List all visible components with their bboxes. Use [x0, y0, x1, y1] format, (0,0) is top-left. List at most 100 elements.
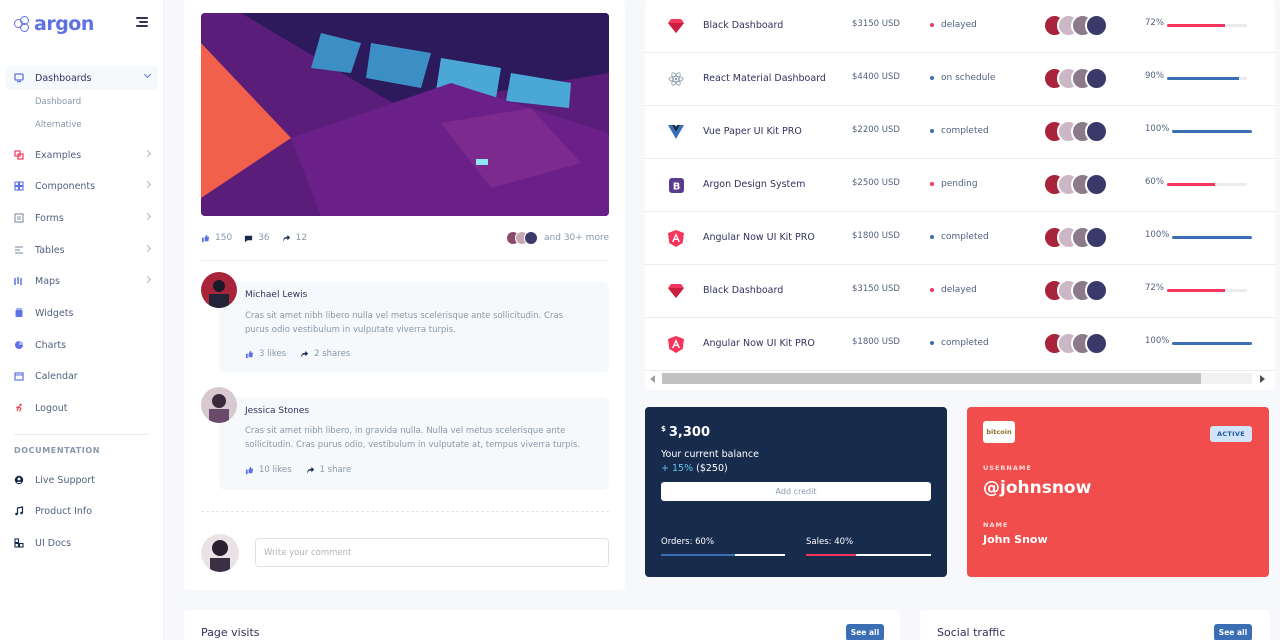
project-name[interactable]: Angular Now UI Kit PRO	[703, 338, 815, 349]
sidebar-subitem-alternative[interactable]: Alternative	[35, 120, 82, 130]
project-budget: $2500 USD	[852, 178, 900, 188]
scroll-right-icon[interactable]	[1260, 375, 1265, 383]
comment-text: Cras sit amet nibh libero, in gravida nu…	[245, 426, 581, 450]
calendar-icon	[12, 369, 26, 383]
comment-like-button[interactable]: 3 likes	[245, 349, 286, 359]
sidebar-subitem-dashboard[interactable]: Dashboard	[35, 97, 81, 107]
avatar[interactable]	[1085, 120, 1108, 143]
project-name[interactable]: Argon Design System	[703, 179, 805, 190]
post-image	[201, 13, 609, 216]
avatar[interactable]	[201, 387, 237, 423]
project-name[interactable]: React Material Dashboard	[703, 73, 826, 84]
balance-delta: + 15% ($250)	[661, 463, 728, 474]
share-icon	[306, 466, 314, 474]
project-name[interactable]: Angular Now UI Kit PRO	[703, 232, 815, 243]
more-likes-label: and 30+ more	[544, 233, 609, 243]
comment-input[interactable]: Write your comment	[255, 538, 609, 567]
completion-bar	[1172, 130, 1252, 133]
project-users	[1043, 332, 1108, 355]
comment-author[interactable]: Michael Lewis	[245, 290, 307, 300]
completion-percent: 100%	[1145, 124, 1170, 134]
sidebar-item-dashboards[interactable]: Dashboards	[6, 66, 158, 90]
avatar[interactable]	[1085, 332, 1108, 355]
project-status: delayed	[930, 285, 977, 295]
share-icon	[282, 234, 290, 242]
avatar[interactable]	[1085, 14, 1108, 37]
project-budget: $1800 USD	[852, 231, 900, 241]
chevron-right-icon	[143, 149, 152, 158]
brand-logo[interactable]: argon	[14, 12, 94, 36]
project-status: on schedule	[930, 73, 995, 83]
sales-label: Sales: 40%	[806, 537, 854, 547]
sidebar-item-calendar[interactable]: Calendar	[6, 364, 158, 388]
comment-actions: 10 likes 1 share	[245, 465, 365, 475]
sketch-icon	[667, 282, 685, 300]
sidebar-item-label: Components	[35, 180, 96, 192]
project-users	[1043, 14, 1108, 37]
avatar[interactable]	[1085, 226, 1108, 249]
page-visits-see-all-button[interactable]: See all	[846, 624, 884, 640]
comment-share-button[interactable]: 1 share	[306, 465, 351, 475]
sidebar-item-widgets[interactable]: Widgets	[6, 301, 158, 325]
project-name[interactable]: Black Dashboard	[703, 285, 783, 296]
completion-percent: 100%	[1145, 336, 1170, 346]
orders-progress	[661, 554, 785, 556]
status-dot	[930, 341, 934, 345]
scroll-left-icon[interactable]	[650, 375, 655, 383]
sidebar-item-ui-docs[interactable]: UI Docs	[6, 531, 158, 555]
sidebar-item-charts[interactable]: Charts	[6, 333, 158, 357]
post-stats: 150 36 12 and 30+ more	[201, 230, 609, 246]
sidebar-item-label: Charts	[35, 339, 67, 351]
chevron-right-icon	[143, 180, 152, 189]
comments-count: 36	[258, 233, 270, 243]
completion-bar	[1167, 77, 1247, 80]
share-stat[interactable]: 12	[282, 233, 307, 243]
comment-share-button[interactable]: 2 shares	[300, 349, 350, 359]
sidebar-item-examples[interactable]: Examples	[6, 143, 158, 167]
thumbs-up-icon	[245, 350, 254, 358]
profile-card: bitcoin ACTIVE USERNAME @johnsnow NAME J…	[967, 407, 1269, 577]
map-icon	[12, 274, 26, 288]
comment-text: Cras sit amet nibh libero nulla vel metu…	[245, 311, 564, 335]
project-status: delayed	[930, 20, 977, 30]
sidebar-item-logout[interactable]: Logout	[6, 396, 158, 420]
completion-bar	[1167, 289, 1247, 292]
comment-like-button[interactable]: 10 likes	[245, 465, 292, 475]
monitor-icon	[12, 71, 26, 85]
argon-logo-icon	[14, 16, 30, 32]
horizontal-scrollbar[interactable]	[648, 371, 1270, 385]
sidebar-item-label: Maps	[35, 275, 60, 287]
project-budget: $4400 USD	[852, 72, 900, 82]
project-name[interactable]: Black Dashboard	[703, 20, 783, 31]
sidenav-toggler[interactable]	[136, 17, 148, 27]
project-users	[1043, 279, 1108, 302]
status-badge: ACTIVE	[1210, 426, 1252, 442]
sidebar-item-components[interactable]: Components	[6, 174, 158, 198]
completion-percent: 72%	[1145, 283, 1164, 293]
sidebar-item-maps[interactable]: Maps	[6, 269, 158, 293]
comment-author[interactable]: Jessica Stones	[245, 406, 309, 416]
table-row: Angular Now UI Kit PRO $1800 USD completed…	[645, 212, 1275, 265]
sidebar-item-live-support[interactable]: Live Support	[6, 468, 158, 492]
current-user-avatar[interactable]	[201, 534, 239, 572]
avatar[interactable]	[201, 272, 237, 308]
sidebar-item-forms[interactable]: Forms	[6, 206, 158, 230]
add-credit-button[interactable]: Add credit	[661, 482, 931, 501]
scrollbar-thumb[interactable]	[662, 373, 1201, 384]
completion-bar	[1172, 236, 1252, 239]
sidebar-item-product-info[interactable]: Product Info	[6, 499, 158, 523]
username-value: @johnsnow	[983, 478, 1092, 498]
liked-by[interactable]: and 30+ more	[506, 231, 609, 245]
avatar[interactable]	[1085, 173, 1108, 196]
project-name[interactable]: Vue Paper UI Kit PRO	[703, 126, 802, 137]
comment-stat[interactable]: 36	[244, 233, 270, 243]
name-label: NAME	[983, 521, 1009, 529]
likes-count: 150	[215, 233, 233, 243]
completion-percent: 72%	[1145, 18, 1164, 28]
like-stat[interactable]: 150	[201, 233, 232, 243]
avatar[interactable]	[1085, 67, 1108, 90]
sidebar-item-tables[interactable]: Tables	[6, 238, 158, 262]
social-traffic-see-all-button[interactable]: See all	[1214, 624, 1252, 640]
avatar[interactable]	[1085, 279, 1108, 302]
balance-caption: Your current balance	[661, 449, 759, 460]
